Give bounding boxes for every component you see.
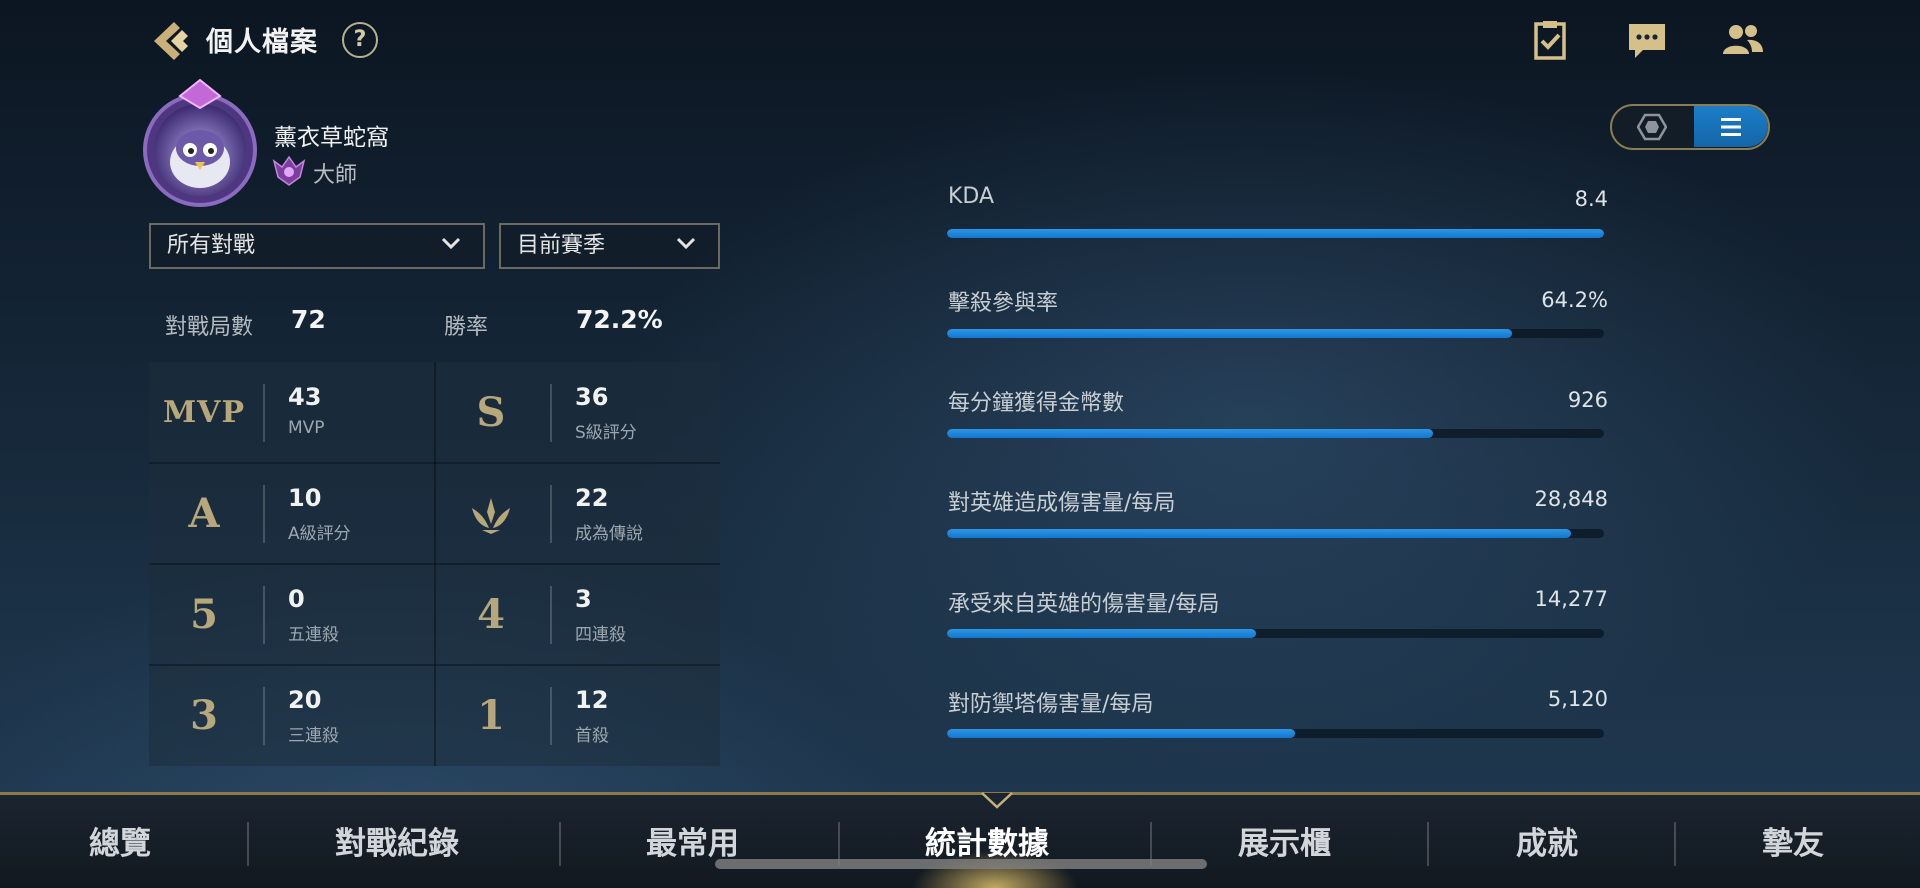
metric-label-kill-participation: 擊殺參與率 xyxy=(948,291,1059,316)
metric-bar-fill xyxy=(947,229,1604,238)
s-grade-icon: S xyxy=(476,389,506,436)
stat-value: 20 xyxy=(288,686,322,714)
stat-label: 五連殺 xyxy=(288,625,339,645)
stat-cell-penta-kill: 5 0 五連殺 xyxy=(149,564,434,665)
win-rate-label: 勝率 xyxy=(444,315,489,340)
metric-bar-kill-participation xyxy=(947,329,1604,338)
metric-value-tower-damage: 5,120 xyxy=(1547,687,1608,711)
stat-cell-mvp: MVP 43 MVP xyxy=(149,362,434,463)
stat-cell-triple-kill: 3 20 三連殺 xyxy=(149,665,434,766)
stat-value: 43 xyxy=(288,383,322,411)
stat-label: 四連殺 xyxy=(575,625,626,645)
chevron-down-icon xyxy=(441,237,461,250)
metric-value-hero-damage-dealt: 28,848 xyxy=(1534,487,1608,511)
triple-kill-icon: 3 xyxy=(190,692,218,739)
tab-best-friends[interactable]: 摯友 xyxy=(1762,818,1824,863)
metric-value-gold-per-minute: 926 xyxy=(1567,388,1608,412)
hexagon-icon xyxy=(1637,113,1667,140)
a-grade-icon: A xyxy=(188,490,220,537)
first-blood-icon: 1 xyxy=(477,692,505,739)
metric-bar-fill xyxy=(947,429,1434,438)
season-value: 目前賽季 xyxy=(517,233,606,258)
tab-divider xyxy=(559,822,561,866)
games-played-label: 對戰局數 xyxy=(165,315,254,340)
stat-cell-quadra-kill: 4 3 四連殺 xyxy=(436,564,721,665)
rank-label: 大師 xyxy=(313,163,358,188)
season-dropdown[interactable]: 目前賽季 xyxy=(499,223,720,269)
active-tab-caret-icon xyxy=(981,792,1013,809)
page-title: 個人檔案 xyxy=(206,27,318,58)
metric-label-kda: KDA xyxy=(948,184,995,209)
metric-label-tower-damage: 對防禦塔傷害量/每局 xyxy=(948,692,1154,717)
tab-divider xyxy=(1427,822,1429,866)
stat-label: 首殺 xyxy=(575,726,609,746)
stat-label: S級評分 xyxy=(575,423,637,443)
stat-label: 成為傳說 xyxy=(575,524,643,544)
tab-statistics[interactable]: 統計數據 xyxy=(925,818,1049,863)
legend-icon xyxy=(436,463,546,564)
metric-value-kill-participation: 64.2% xyxy=(1541,288,1608,312)
tab-achievements[interactable]: 成就 xyxy=(1516,818,1578,863)
metric-bar-hero-damage-dealt xyxy=(947,529,1604,538)
metric-bar-fill xyxy=(947,729,1296,738)
chevron-down-icon xyxy=(676,237,696,250)
view-mode-toggle[interactable] xyxy=(1610,104,1770,150)
avatar[interactable] xyxy=(140,78,260,208)
metric-bar-kda xyxy=(947,229,1604,238)
mvp-icon: MVP xyxy=(162,395,246,430)
checklist-icon[interactable] xyxy=(1528,18,1572,62)
metric-bar-gold-per-minute xyxy=(947,429,1604,438)
master-rank-icon xyxy=(272,155,306,186)
tab-overview[interactable]: 總覽 xyxy=(89,818,151,863)
win-rate-value: 72.2% xyxy=(576,305,663,334)
stat-cell-first-blood: 1 12 首殺 xyxy=(436,665,721,766)
stat-cell-legendary: 22 成為傳說 xyxy=(436,463,721,564)
games-played-value: 72 xyxy=(291,305,326,334)
stat-value: 10 xyxy=(288,484,322,512)
metric-bar-tower-damage xyxy=(947,729,1604,738)
home-indicator[interactable] xyxy=(715,859,1207,869)
metric-label-hero-damage-dealt: 對英雄造成傷害量/每局 xyxy=(948,491,1176,516)
metric-label-gold-per-minute: 每分鐘獲得金幣數 xyxy=(948,391,1125,416)
help-icon[interactable]: ? xyxy=(342,22,378,58)
friends-icon[interactable] xyxy=(1721,18,1765,62)
tab-match-history[interactable]: 對戰紀錄 xyxy=(335,818,459,863)
chat-icon[interactable] xyxy=(1625,18,1669,62)
penta-kill-icon: 5 xyxy=(190,591,218,638)
list-icon xyxy=(1721,117,1741,136)
tab-showcase[interactable]: 展示櫃 xyxy=(1238,818,1331,863)
stat-label: MVP xyxy=(288,418,325,438)
metric-bar-fill xyxy=(947,329,1513,338)
list-view-button[interactable] xyxy=(1694,106,1768,147)
tab-most-used[interactable]: 最常用 xyxy=(646,818,739,863)
stat-label: 三連殺 xyxy=(288,726,339,746)
metric-value-kda: 8.4 xyxy=(1574,187,1608,211)
metric-bar-fill xyxy=(947,529,1572,538)
tab-divider xyxy=(247,822,249,866)
stat-value: 0 xyxy=(288,585,305,613)
quadra-kill-icon: 4 xyxy=(477,591,505,638)
stat-value: 36 xyxy=(575,383,609,411)
back-icon[interactable] xyxy=(146,18,192,64)
hexagon-view-button[interactable] xyxy=(1612,106,1692,147)
stat-cell-a-grade: A 10 A級評分 xyxy=(149,463,434,564)
stat-cell-s-grade: S 36 S級評分 xyxy=(436,362,721,463)
metric-bar-hero-damage-taken xyxy=(947,629,1604,638)
player-name: 薰衣草蛇窩 xyxy=(274,125,389,151)
metric-value-hero-damage-taken: 14,277 xyxy=(1534,587,1608,611)
stat-value: 12 xyxy=(575,686,609,714)
match-type-dropdown[interactable]: 所有對戰 xyxy=(149,223,485,269)
stat-label: A級評分 xyxy=(288,524,351,544)
achievement-stats-grid: MVP 43 MVP S 36 S級評分 A 10 A級評分 22 成為傳說 5 xyxy=(149,362,720,766)
stat-value: 3 xyxy=(575,585,592,613)
stat-value: 22 xyxy=(575,484,609,512)
metric-label-hero-damage-taken: 承受來自英雄的傷害量/每局 xyxy=(948,592,1220,617)
tab-divider xyxy=(1674,822,1676,866)
match-type-value: 所有對戰 xyxy=(167,233,256,258)
metric-bar-fill xyxy=(947,629,1256,638)
